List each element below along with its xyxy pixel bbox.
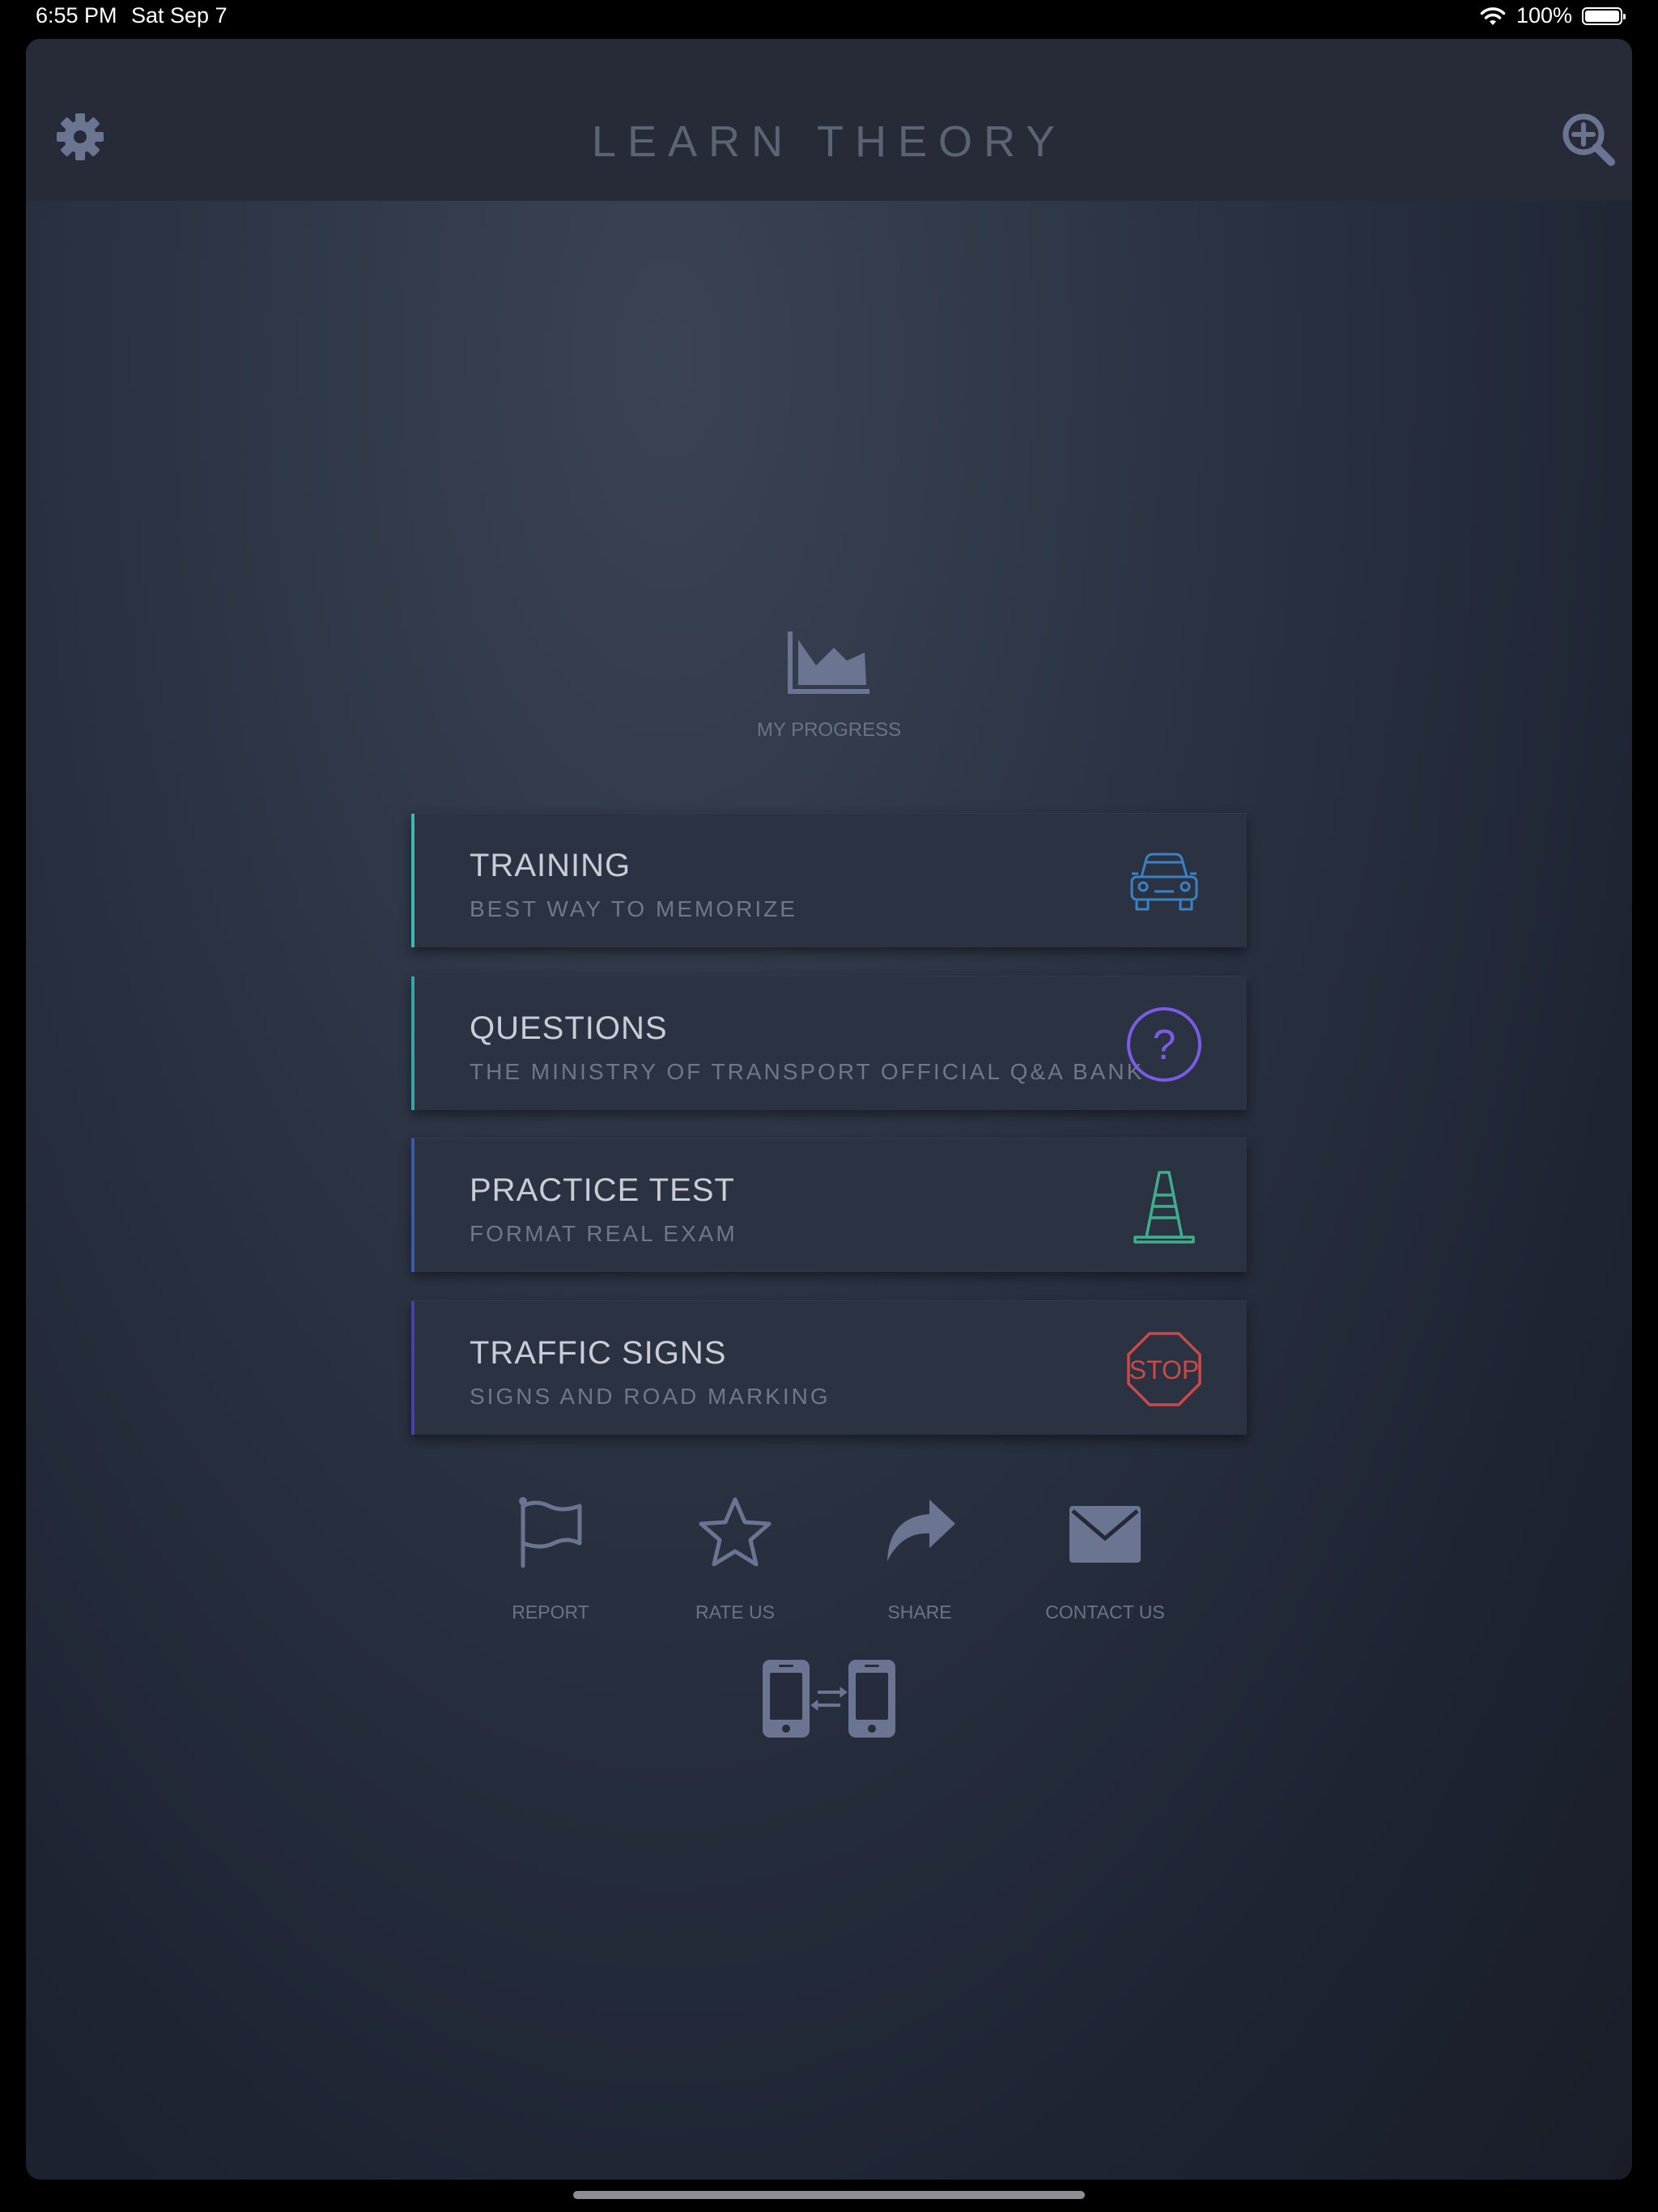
practice-test-card[interactable]: PRACTICE TEST FORMAT REAL EXAM (411, 1138, 1247, 1272)
stop-sign-text: STOP (1129, 1355, 1200, 1385)
svg-text:?: ? (1153, 1022, 1176, 1069)
rate-us-button[interactable]: RATE US (654, 1496, 816, 1623)
status-indicators: 100% (1479, 3, 1626, 28)
rate-us-label: RATE US (695, 1602, 775, 1623)
card-accent (411, 1138, 414, 1272)
app-window: LEARN THEORY MY PROGRESS TRAINING BEST W… (26, 39, 1632, 2180)
card-accent (411, 976, 414, 1110)
share-label: SHARE (887, 1602, 952, 1623)
card-title: TRAFFIC SIGNS (470, 1335, 727, 1371)
car-icon (1130, 853, 1198, 911)
flag-icon (519, 1497, 582, 1568)
traffic-signs-card[interactable]: TRAFFIC SIGNS SIGNS AND ROAD MARKING STO… (411, 1300, 1247, 1435)
card-title: QUESTIONS (470, 1010, 668, 1046)
envelope-icon (1069, 1506, 1141, 1563)
battery-percent: 100% (1516, 3, 1572, 28)
contact-us-button[interactable]: CONTACT US (1024, 1496, 1186, 1623)
action-row: REPORT RATE US SHARE CONTACT US (26, 1496, 1632, 1658)
training-card[interactable]: TRAINING BEST WAY TO MEMORIZE (411, 813, 1247, 947)
status-bar: 6:55 PM Sat Sep 7 100% (0, 0, 1658, 39)
card-subtitle: BEST WAY TO MEMORIZE (470, 896, 797, 921)
card-subtitle: FORMAT REAL EXAM (470, 1221, 738, 1246)
page-title: LEARN THEORY (591, 117, 1067, 166)
status-date: Sat Sep 7 (131, 3, 227, 28)
home-indicator[interactable] (573, 2191, 1085, 2199)
question-circle-icon: ? (1127, 1007, 1201, 1082)
report-label: REPORT (512, 1602, 589, 1623)
card-title: TRAINING (470, 848, 631, 883)
card-accent (411, 1301, 414, 1435)
share-button[interactable]: SHARE (839, 1496, 1001, 1623)
questions-card[interactable]: QUESTIONS THE MINISTRY OF TRANSPORT OFFI… (411, 976, 1247, 1110)
share-arrow-icon (887, 1499, 955, 1561)
card-title: PRACTICE TEST (470, 1172, 735, 1208)
card-subtitle: THE MINISTRY OF TRANSPORT OFFICIAL Q&A B… (470, 1059, 1145, 1084)
battery-icon (1582, 6, 1626, 25)
contact-us-label: CONTACT US (1045, 1602, 1165, 1623)
app-header: LEARN THEORY (26, 39, 1632, 201)
card-accent (411, 814, 414, 947)
my-progress-button[interactable]: MY PROGRESS (26, 630, 1632, 742)
traffic-cone-icon (1133, 1171, 1195, 1244)
device-sync-icon (763, 1660, 895, 1738)
area-chart-icon (788, 632, 869, 694)
device-sync-button[interactable] (756, 1658, 902, 1739)
status-time: 6:55 PM (36, 3, 117, 28)
stop-sign-icon: STOP (1127, 1332, 1201, 1406)
my-progress-label: MY PROGRESS (756, 719, 902, 741)
zoom-in-icon (1562, 113, 1615, 166)
star-icon (699, 1497, 772, 1567)
report-button[interactable]: REPORT (470, 1496, 631, 1623)
card-subtitle: SIGNS AND ROAD MARKING (470, 1384, 831, 1409)
zoom-button[interactable] (1561, 112, 1616, 167)
wifi-icon (1480, 6, 1506, 25)
